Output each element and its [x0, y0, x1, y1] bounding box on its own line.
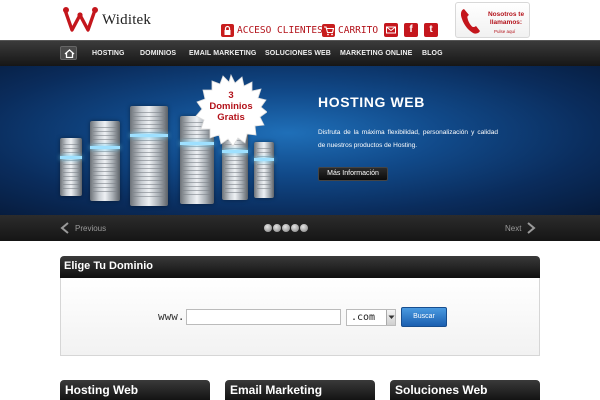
section-soluciones-web: Soluciones Web	[390, 380, 540, 400]
section-email-marketing: Email Marketing	[225, 380, 375, 400]
nav-item-hosting[interactable]: HOSTING	[92, 50, 125, 57]
facebook-icon[interactable]: f	[404, 23, 418, 37]
server-tower	[90, 121, 120, 201]
brand-name: Widitek	[102, 11, 152, 28]
section-title: Hosting Web	[65, 383, 139, 397]
previous-button[interactable]: Previous	[60, 222, 106, 234]
page: Widitek ACCESO CLIENTES CARRITO f t Noso…	[0, 0, 600, 400]
site-header: Widitek ACCESO CLIENTES CARRITO f t Noso…	[0, 0, 600, 40]
slider-dots	[264, 224, 309, 232]
hero-slide: 3 Dominios Gratis HOSTING WEB Disfruta d…	[0, 66, 600, 215]
promo-badge-line: Gratis	[217, 112, 245, 123]
nav-item-soluciones-web[interactable]: SOLUCIONES WEB	[265, 50, 331, 57]
buscar-button[interactable]: Buscar	[401, 307, 447, 327]
domain-panel-title: Elige Tu Dominio	[64, 260, 154, 272]
mas-informacion-button[interactable]: Más Información	[318, 167, 388, 181]
cart-icon	[322, 24, 335, 37]
chevron-down-icon	[388, 315, 395, 319]
www-prefix: www.	[158, 310, 185, 323]
callback-box[interactable]: Nosotros te llamamos: Pulse aquí	[455, 2, 530, 38]
twitter-icon[interactable]: t	[424, 23, 438, 37]
main-nav: HOSTING DOMINIOS EMAIL MARKETING SOLUCIO…	[0, 40, 600, 66]
home-icon	[64, 49, 75, 58]
domain-input[interactable]	[186, 309, 341, 325]
logo-w-icon	[63, 7, 98, 32]
chevron-left-icon	[60, 222, 69, 234]
lock-icon	[221, 24, 234, 37]
promo-badge-line: Dominios	[209, 101, 253, 112]
slider-dot[interactable]	[273, 224, 281, 232]
logo[interactable]: Widitek	[62, 5, 151, 35]
chevron-right-icon	[527, 222, 537, 234]
twitter-glyph: t	[429, 24, 433, 35]
promo-badge-line: 3	[228, 90, 234, 101]
server-tower	[60, 138, 82, 196]
next-button[interactable]: Next	[505, 222, 537, 234]
server-tower	[254, 142, 274, 198]
facebook-glyph: f	[409, 24, 413, 35]
slider-dot[interactable]	[264, 224, 272, 232]
carrito-label: CARRITO	[338, 25, 379, 36]
slider-dot[interactable]	[300, 224, 308, 232]
slider-dot[interactable]	[291, 224, 299, 232]
carrito-link[interactable]: CARRITO	[322, 24, 378, 37]
previous-label: Previous	[75, 223, 107, 233]
nav-item-dominios[interactable]: DOMINIOS	[140, 50, 176, 57]
mail-icon[interactable]	[384, 23, 398, 37]
callback-subtitle: Pulse aquí	[494, 29, 516, 34]
next-label: Next	[505, 223, 522, 233]
section-title: Email Marketing	[230, 383, 323, 397]
acceso-clientes-label: ACCESO CLIENTES	[237, 25, 323, 36]
slider-dot[interactable]	[282, 224, 290, 232]
domain-panel-header: Elige Tu Dominio	[60, 256, 540, 278]
nav-item-blog[interactable]: BLOG	[422, 50, 443, 57]
promo-badge-text: 3 Dominios Gratis	[195, 90, 267, 123]
callback-title: Nosotros te llamamos:	[487, 11, 525, 26]
phone-icon	[460, 9, 480, 34]
server-tower	[130, 106, 168, 206]
section-title: Soluciones Web	[395, 383, 488, 397]
acceso-clientes-link[interactable]: ACCESO CLIENTES	[221, 24, 323, 37]
slider-controls: Previous Next	[0, 215, 600, 241]
tld-selected-value: .com	[351, 312, 376, 323]
hero-description: Disfruta de la máxima flexibilidad, pers…	[318, 129, 498, 149]
hero-title: HOSTING WEB	[318, 94, 425, 110]
nav-item-email-marketing[interactable]: EMAIL MARKETING	[189, 50, 256, 57]
home-button[interactable]	[60, 46, 77, 60]
nav-item-marketing-online[interactable]: MARKETING ONLINE	[340, 50, 412, 57]
tld-select[interactable]: .com	[346, 309, 396, 326]
select-arrow	[386, 310, 395, 325]
section-hosting-web: Hosting Web	[60, 380, 210, 400]
